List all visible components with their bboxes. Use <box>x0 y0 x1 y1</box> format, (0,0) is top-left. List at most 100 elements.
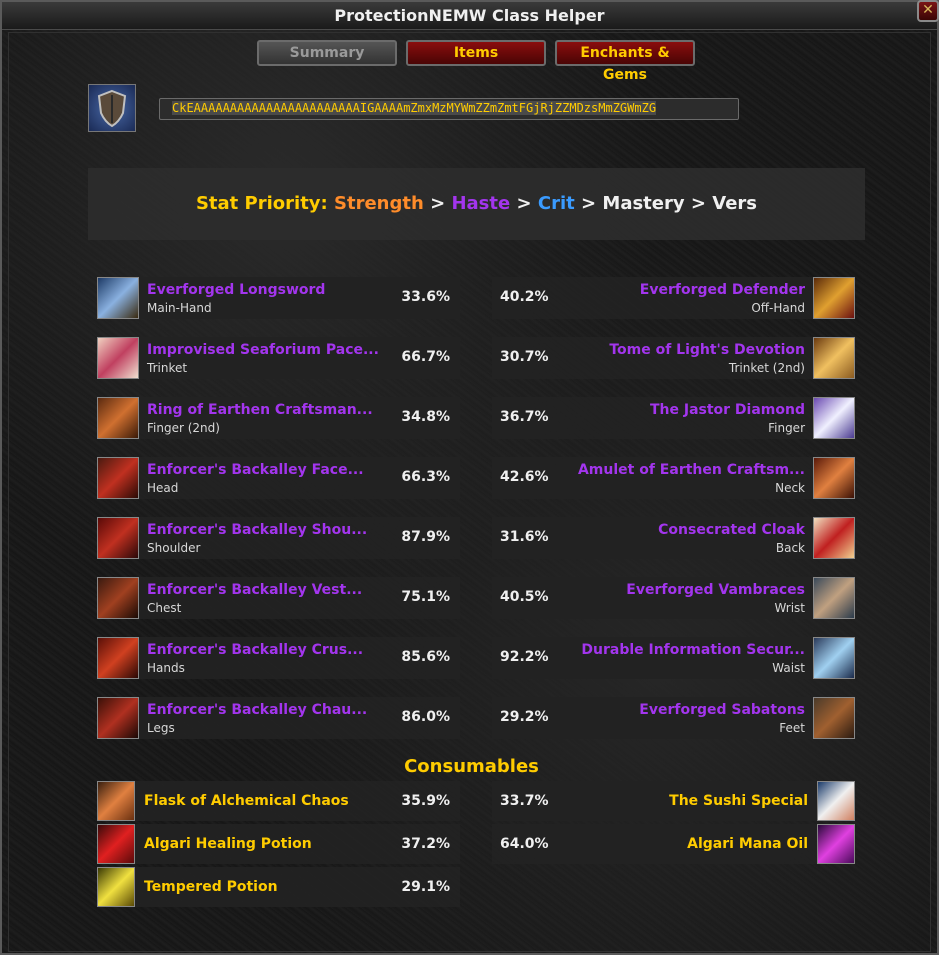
item-name: Amulet of Earthen Craftsm... <box>577 462 805 478</box>
consumable-usage-percent: 64.0% <box>500 836 549 852</box>
item-name: Everforged Longsword <box>147 282 326 298</box>
item-row-shoulder[interactable]: Enforcer's Backalley Shou... Shoulder 87… <box>97 517 460 559</box>
item-usage-percent: 66.3% <box>401 469 450 485</box>
item-row-legs[interactable]: Enforcer's Backalley Chau... Legs 86.0% <box>97 697 460 739</box>
item-usage-percent: 66.7% <box>401 349 450 365</box>
item-name: Enforcer's Backalley Shou... <box>147 522 368 538</box>
stat-separator: > <box>690 193 706 214</box>
item-name: Ring of Earthen Craftsman... <box>147 402 373 418</box>
item-row-feet[interactable]: Everforged Sabatons Feet 29.2% <box>492 697 855 739</box>
boots-icon <box>813 697 855 739</box>
item-usage-percent: 40.2% <box>500 289 549 305</box>
item-row-chest[interactable]: Enforcer's Backalley Vest... Chest 75.1% <box>97 577 460 619</box>
tab-enchants-gems[interactable]: Enchants & Gems <box>555 40 695 83</box>
consumable-usage-percent: 37.2% <box>401 836 450 852</box>
sword-icon <box>97 277 139 319</box>
stat-priority-panel: Stat Priority: Strength > Haste > Crit >… <box>88 168 865 240</box>
item-row-trinket[interactable]: Improvised Seaforium Pace... Trinket 66.… <box>97 337 460 379</box>
flask-icon <box>97 781 135 821</box>
legs-icon <box>97 697 139 739</box>
stat-separator: > <box>430 193 446 214</box>
item-name: Durable Information Secur... <box>581 642 805 658</box>
ring-icon <box>97 397 139 439</box>
oil-icon <box>817 824 855 864</box>
consumable-name: Flask of Alchemical Chaos <box>144 793 349 809</box>
item-usage-percent: 86.0% <box>401 709 450 725</box>
item-usage-percent: 30.7% <box>500 349 549 365</box>
item-name: Enforcer's Backalley Chau... <box>147 702 368 718</box>
consumable-usage-percent: 33.7% <box>500 793 549 809</box>
item-row-waist[interactable]: Durable Information Secur... Waist 92.2% <box>492 637 855 679</box>
item-row-wrist[interactable]: Everforged Vambraces Wrist 40.5% <box>492 577 855 619</box>
item-slot: Finger <box>768 421 805 435</box>
item-name: Enforcer's Backalley Crus... <box>147 642 364 658</box>
item-row-head[interactable]: Enforcer's Backalley Face... Head 66.3% <box>97 457 460 499</box>
title-bar[interactable]: ProtectionNEMW Class Helper ✕ <box>2 0 939 30</box>
item-usage-percent: 34.8% <box>401 409 450 425</box>
consumable-name: Algari Healing Potion <box>144 836 312 852</box>
talent-export-string: CkEAAAAAAAAAAAAAAAAAAAAAAAIGAAAAmZmxMzMY… <box>172 101 657 115</box>
item-slot: Finger (2nd) <box>147 421 220 435</box>
stat-mastery: Mastery <box>602 193 685 214</box>
stat-strength: Strength <box>334 193 424 214</box>
stat-crit: Crit <box>537 193 575 214</box>
item-row-hands[interactable]: Enforcer's Backalley Crus... Hands 85.6% <box>97 637 460 679</box>
talent-export-string-field[interactable]: CkEAAAAAAAAAAAAAAAAAAAAAAAIGAAAAmZmxMzMY… <box>159 98 739 120</box>
item-row-finger-2nd[interactable]: Ring of Earthen Craftsman... Finger (2nd… <box>97 397 460 439</box>
protection-shield-spec-icon <box>88 84 136 132</box>
consumable-row-food[interactable]: The Sushi Special 33.7% <box>492 781 855 821</box>
item-row-trinket-2nd[interactable]: Tome of Light's Devotion Trinket (2nd) 3… <box>492 337 855 379</box>
item-slot: Back <box>775 541 805 555</box>
amulet-icon <box>813 457 855 499</box>
item-slot: Neck <box>775 481 805 495</box>
item-name: Enforcer's Backalley Vest... <box>147 582 363 598</box>
item-usage-percent: 31.6% <box>500 529 549 545</box>
stat-haste: Haste <box>451 193 511 214</box>
item-slot: Trinket <box>147 361 188 375</box>
window-title: ProtectionNEMW Class Helper <box>334 6 605 25</box>
consumable-row-healing-potion[interactable]: Algari Healing Potion 37.2% <box>97 824 460 864</box>
item-slot: Feet <box>779 721 805 735</box>
stat-separator: > <box>516 193 532 214</box>
item-name: Consecrated Cloak <box>658 522 805 538</box>
item-row-neck[interactable]: Amulet of Earthen Craftsm... Neck 42.6% <box>492 457 855 499</box>
item-name: Everforged Defender <box>639 282 805 298</box>
consumable-usage-percent: 29.1% <box>401 879 450 895</box>
health-potion-icon <box>97 824 135 864</box>
consumable-row-mana-oil[interactable]: Algari Mana Oil 64.0% <box>492 824 855 864</box>
tab-items[interactable]: Items <box>406 40 546 66</box>
item-usage-percent: 87.9% <box>401 529 450 545</box>
diamond-ring-icon <box>813 397 855 439</box>
item-usage-percent: 36.7% <box>500 409 549 425</box>
consumable-usage-percent: 35.9% <box>401 793 450 809</box>
consumable-name: Tempered Potion <box>144 879 278 895</box>
item-slot: Main-Hand <box>147 301 212 315</box>
consumable-row-tempered-potion[interactable]: Tempered Potion 29.1% <box>97 867 460 907</box>
item-usage-percent: 29.2% <box>500 709 549 725</box>
item-slot: Off-Hand <box>751 301 805 315</box>
stat-separator: > <box>581 193 597 214</box>
item-usage-percent: 42.6% <box>500 469 549 485</box>
item-row-finger[interactable]: The Jastor Diamond Finger 36.7% <box>492 397 855 439</box>
food-icon <box>817 781 855 821</box>
item-row-back[interactable]: Consecrated Cloak Back 31.6% <box>492 517 855 559</box>
helm-icon <box>97 457 139 499</box>
chest-icon <box>97 577 139 619</box>
item-usage-percent: 85.6% <box>401 649 450 665</box>
gauntlet-icon <box>97 637 139 679</box>
consumable-row-flask[interactable]: Flask of Alchemical Chaos 35.9% <box>97 781 460 821</box>
class-helper-window: ProtectionNEMW Class Helper ✕ Summary It… <box>0 0 939 955</box>
item-slot: Trinket (2nd) <box>728 361 805 375</box>
item-slot: Legs <box>147 721 175 735</box>
item-usage-percent: 40.5% <box>500 589 549 605</box>
tab-summary[interactable]: Summary <box>257 40 397 66</box>
item-name: Everforged Vambraces <box>626 582 805 598</box>
item-slot: Head <box>147 481 179 495</box>
item-slot: Waist <box>772 661 805 675</box>
item-row-off-hand[interactable]: Everforged Defender Off-Hand 40.2% <box>492 277 855 319</box>
stat-priority-label: Stat Priority: <box>195 193 328 214</box>
item-usage-percent: 75.1% <box>401 589 450 605</box>
close-button[interactable]: ✕ <box>917 0 939 22</box>
item-row-main-hand[interactable]: Everforged Longsword Main-Hand 33.6% <box>97 277 460 319</box>
trinket-icon <box>97 337 139 379</box>
